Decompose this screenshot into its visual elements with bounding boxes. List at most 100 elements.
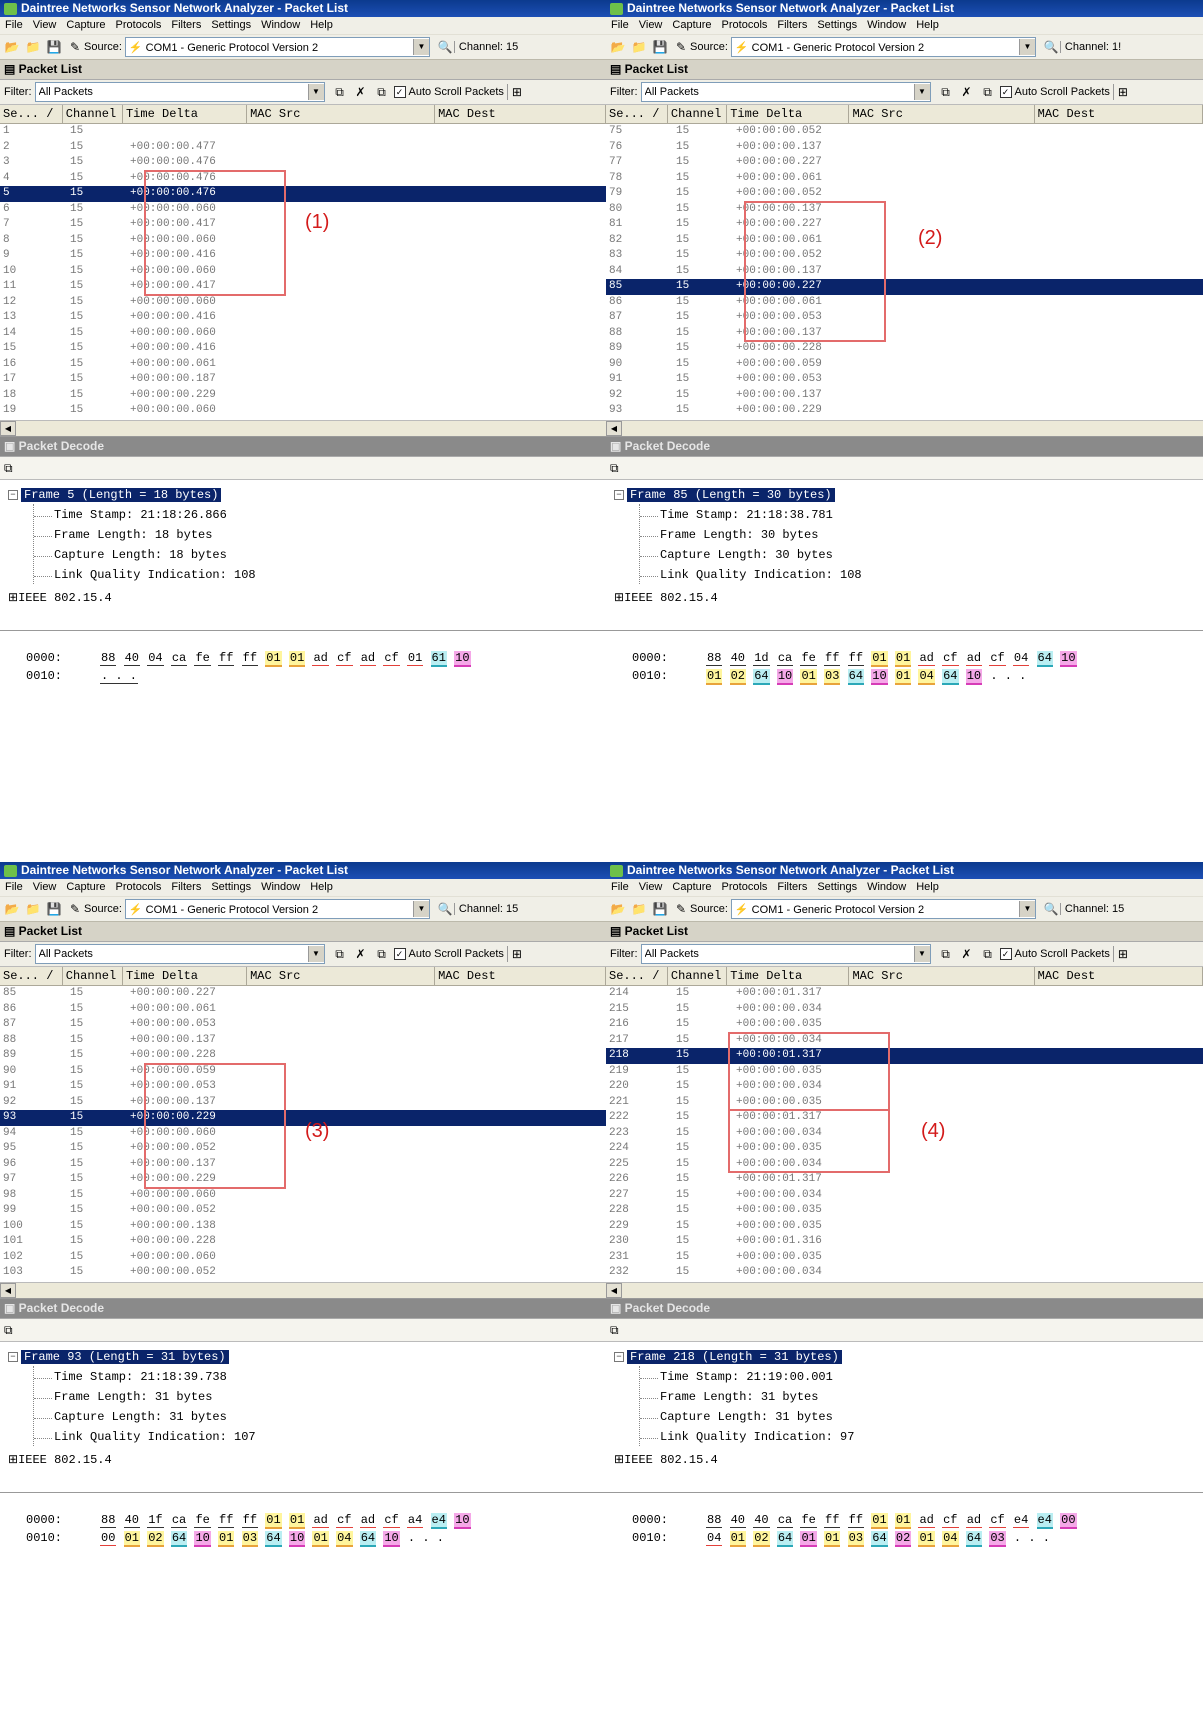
hex-byte[interactable]: cf	[336, 651, 353, 666]
search-icon[interactable]: 🔍	[436, 901, 454, 917]
filter-select[interactable]: All Packets ▼	[34, 944, 325, 964]
hex-byte[interactable]: 01	[918, 1531, 935, 1547]
edit-icon[interactable]: ✎	[66, 39, 84, 55]
auto-scroll-checkbox[interactable]: ✓	[393, 948, 406, 960]
packet-row[interactable]: 82 15 +00:00:00.061	[606, 233, 1203, 249]
hex-byte[interactable]: ad	[312, 1513, 329, 1528]
hex-byte[interactable]: 10	[383, 1531, 400, 1547]
hex-byte[interactable]: 02	[753, 1531, 770, 1547]
hex-byte[interactable]: 01	[800, 1531, 817, 1547]
hex-byte[interactable]: ad	[918, 651, 935, 666]
menu-item-file[interactable]: File	[606, 881, 634, 893]
menu-item-settings[interactable]: Settings	[206, 19, 256, 31]
hex-byte[interactable]: cf	[383, 1513, 400, 1528]
collapse-icon[interactable]: −	[8, 1352, 18, 1362]
hex-byte[interactable]: ca	[170, 651, 188, 666]
hex-byte[interactable]: ff	[218, 651, 235, 666]
filter-clear-icon[interactable]: ✗	[352, 946, 370, 962]
hex-byte[interactable]: ff	[241, 1513, 259, 1528]
filter-apply-icon[interactable]: ⧉	[979, 946, 997, 962]
auto-scroll-checkbox[interactable]: ✓	[999, 86, 1012, 98]
packet-row[interactable]: 83 15 +00:00:00.052	[606, 248, 1203, 264]
hex-byte[interactable]: 10	[776, 669, 794, 685]
hex-byte[interactable]: 01	[894, 1513, 912, 1529]
menu-item-file[interactable]: File	[0, 19, 28, 31]
hex-byte[interactable]: 04	[706, 1531, 723, 1546]
hex-byte[interactable]: 01	[312, 1531, 329, 1547]
column-header[interactable]: Channel	[668, 105, 728, 123]
hex-byte[interactable]: 01	[871, 651, 888, 667]
dropdown-arrow-icon[interactable]: ▼	[1018, 39, 1035, 55]
search-icon[interactable]: 🔍	[1042, 901, 1060, 917]
hex-byte[interactable]: 10	[1060, 651, 1077, 667]
collapse-icon[interactable]: −	[614, 490, 624, 500]
horizontal-scrollbar[interactable]: ◀	[606, 1282, 1203, 1299]
packet-row[interactable]: 223 15 +00:00:00.034	[606, 1126, 1203, 1142]
packet-row[interactable]: 227 15 +00:00:00.034	[606, 1188, 1203, 1204]
hex-byte[interactable]: cf	[336, 1513, 353, 1528]
dropdown-arrow-icon[interactable]: ▼	[412, 901, 429, 917]
packet-row[interactable]: 81 15 +00:00:00.227	[606, 217, 1203, 233]
packet-row[interactable]: 5 15 +00:00:00.476	[0, 186, 606, 202]
column-header[interactable]: Channel	[63, 967, 123, 985]
dropdown-arrow-icon[interactable]: ▼	[412, 39, 429, 55]
column-header[interactable]: MAC Dest	[1035, 967, 1203, 985]
column-header[interactable]: MAC Src	[247, 967, 436, 985]
menu-item-settings[interactable]: Settings	[812, 881, 862, 893]
save-icon[interactable]: 💾	[651, 39, 669, 55]
packet-row[interactable]: 218 15 +00:00:01.317	[606, 1048, 1203, 1064]
expand-icon[interactable]: ⊞	[614, 590, 624, 605]
hex-byte[interactable]: cf	[989, 651, 1006, 666]
hex-byte[interactable]: 04	[942, 1531, 959, 1547]
hex-byte[interactable]: 01	[729, 1531, 747, 1547]
hex-byte[interactable]: 01	[218, 1531, 235, 1547]
packet-row[interactable]: 18 15 +00:00:00.229	[0, 388, 606, 404]
hex-byte[interactable]: e4	[1012, 1513, 1030, 1528]
hex-byte[interactable]: ff	[847, 1513, 865, 1528]
frame-node[interactable]: − Frame 85 (Length = 30 bytes)	[614, 488, 835, 502]
packet-row[interactable]: 8 15 +00:00:00.060	[0, 233, 606, 249]
hex-byte[interactable]: 1d	[753, 651, 770, 666]
menu-item-settings[interactable]: Settings	[206, 881, 256, 893]
hex-byte[interactable]: 40	[729, 651, 747, 666]
hex-byte[interactable]: 01	[288, 651, 306, 667]
edit-icon[interactable]: ✎	[672, 901, 690, 917]
horizontal-scrollbar[interactable]: ◀	[0, 420, 606, 437]
hex-byte[interactable]: fe	[800, 651, 817, 666]
menu-item-protocols[interactable]: Protocols	[111, 19, 167, 31]
packet-row[interactable]: 77 15 +00:00:00.227	[606, 155, 1203, 171]
folder-icon[interactable]: 📁	[24, 39, 42, 55]
menu-item-file[interactable]: File	[606, 19, 634, 31]
packet-row[interactable]: 92 15 +00:00:00.137	[606, 388, 1203, 404]
filter-clear-icon[interactable]: ✗	[958, 84, 976, 100]
packet-row[interactable]: 12 15 +00:00:00.060	[0, 295, 606, 311]
source-select[interactable]: ⚡ COM1 - Generic Protocol Version 2 ▼	[124, 37, 430, 57]
packet-row[interactable]: 13 15 +00:00:00.416	[0, 310, 606, 326]
filter-clear-icon[interactable]: ✗	[352, 84, 370, 100]
open-folder-icon[interactable]: 📂	[3, 901, 21, 917]
packet-row[interactable]: 220 15 +00:00:00.034	[606, 1079, 1203, 1095]
hex-byte[interactable]: 03	[241, 1531, 259, 1547]
hex-byte[interactable]: 88	[706, 1513, 723, 1528]
filter-clear-icon[interactable]: ✗	[958, 946, 976, 962]
packet-row[interactable]: 85 15 +00:00:00.227	[606, 279, 1203, 295]
hex-byte[interactable]: 03	[847, 1531, 865, 1547]
packet-row[interactable]: 79 15 +00:00:00.052	[606, 186, 1203, 202]
window-titlebar[interactable]: Daintree Networks Sensor Network Analyze…	[0, 862, 606, 879]
hex-byte[interactable]: 64	[965, 1531, 983, 1547]
edit-icon[interactable]: ✎	[66, 901, 84, 917]
packet-row[interactable]: 231 15 +00:00:00.035	[606, 1250, 1203, 1266]
packet-row[interactable]: 80 15 +00:00:00.137	[606, 202, 1203, 218]
dropdown-arrow-icon[interactable]: ▼	[913, 84, 930, 100]
hex-byte[interactable]: 64	[1036, 651, 1053, 667]
menu-item-filters[interactable]: Filters	[772, 19, 812, 31]
hex-byte[interactable]: 88	[706, 651, 723, 666]
frame-node[interactable]: − Frame 93 (Length = 31 bytes)	[8, 1350, 229, 1364]
hex-byte[interactable]: 10	[965, 669, 983, 685]
hex-byte[interactable]: ad	[359, 1513, 377, 1528]
hex-byte[interactable]: 00	[1060, 1513, 1077, 1529]
hex-byte[interactable]: ff	[218, 1513, 235, 1528]
packet-row[interactable]: 95 15 +00:00:00.052	[0, 1141, 606, 1157]
packet-row[interactable]: 96 15 +00:00:00.137	[0, 1157, 606, 1173]
packet-row[interactable]: 10 15 +00:00:00.060	[0, 264, 606, 280]
